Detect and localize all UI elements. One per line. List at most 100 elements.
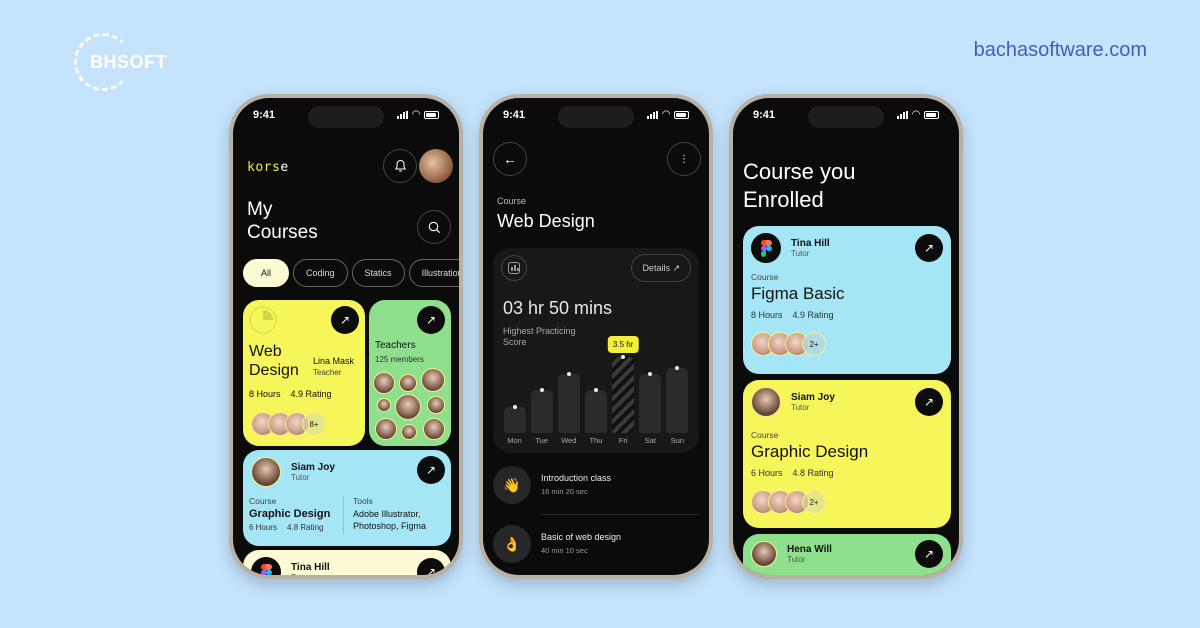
course-label: Course	[751, 430, 779, 440]
status-bar: 9:41 ◠	[483, 98, 709, 132]
day-labels: Mon Tue Wed Thu Fri Sat Sun	[501, 436, 691, 448]
day-label-mon: Mon	[507, 436, 522, 445]
details-button[interactable]: Details ↗	[631, 254, 691, 282]
bar-wed[interactable]	[557, 372, 580, 433]
more-students-badge: 2+	[802, 490, 826, 514]
teacher-avatar	[399, 374, 417, 392]
enrolled-course-card[interactable]: Tina Hill Tutor ↗ Course Figma Basic 8 H…	[743, 226, 951, 374]
teacher-avatar	[395, 394, 421, 420]
bar-sat[interactable]	[639, 372, 662, 433]
course-meta: 6 Hours 4.8 Rating	[249, 523, 324, 532]
page-title: Course you Enrolled	[743, 159, 856, 212]
user-avatar[interactable]	[419, 149, 453, 183]
tutor-role: Tutor	[291, 573, 330, 575]
more-students-badge: 8+	[302, 412, 326, 436]
chart-button[interactable]	[501, 255, 527, 281]
tutor-role: Tutor	[791, 403, 810, 412]
course-label: Course	[249, 496, 277, 506]
lesson-duration: 40 min 10 sec	[541, 546, 588, 555]
screen: 9:41 ◠ Course you Enrolled Tina Hill Tut…	[733, 98, 959, 575]
teacher-avatar	[421, 368, 445, 392]
filter-chip-all[interactable]: All	[243, 259, 290, 287]
day-label-fri: Fri	[618, 436, 628, 445]
phone-course-detail: 9:41 ◠ ← ⋮ Course Web Design Details ↗ 0…	[479, 94, 713, 579]
battery-icon	[924, 111, 939, 119]
lesson-item[interactable]: 👌 Basic of web design 40 min 10 sec	[493, 523, 699, 569]
lesson-item[interactable]: 👋 Introduction class 16 min 20 sec	[493, 464, 699, 510]
bar-mon[interactable]	[503, 405, 526, 433]
tutor-role: Tutor	[787, 555, 806, 564]
more-options-button[interactable]: ⋮	[667, 142, 701, 176]
tina-hill-card[interactable]: Tina Hill Tutor ↗	[243, 550, 451, 575]
bar-dot	[512, 405, 517, 409]
tutor-avatar	[751, 387, 781, 417]
arrow-up-right-icon: ↗	[425, 565, 437, 575]
enrolled-course-card[interactable]: Siam Joy Tutor ↗ Course Graphic Design 6…	[743, 380, 951, 528]
search-button[interactable]	[417, 210, 451, 244]
open-course-button[interactable]: ↗	[331, 306, 359, 334]
battery-icon	[674, 111, 689, 119]
tutor-role: Tutor	[291, 473, 310, 482]
tutor-name: Hena Will	[787, 544, 832, 555]
graphic-design-card[interactable]: Siam Joy Tutor ↗ Course Graphic Design 6…	[243, 450, 451, 546]
figma-icon	[760, 240, 772, 257]
arrow-up-right-icon: ↗	[425, 463, 437, 477]
tools-value: Adobe Illustrator, Photoshop, Figma	[353, 509, 427, 531]
tutor-role: Tutor	[791, 249, 810, 258]
back-button[interactable]: ←	[493, 142, 527, 176]
day-label-sun: Sun	[670, 436, 685, 445]
day-label-thu: Thu	[589, 436, 603, 445]
bar-dot	[675, 366, 680, 370]
bar-tue[interactable]	[530, 388, 553, 433]
arrow-up-right-icon: ↗	[425, 313, 437, 327]
open-teachers-button[interactable]: ↗	[417, 306, 445, 334]
brand-text: BHSOFT	[90, 51, 167, 72]
stats-card: Details ↗ 03 hr 50 mins Highest Practici…	[493, 248, 699, 453]
arrow-up-right-icon: ↗	[923, 547, 935, 561]
tutor-name: Siam Joy	[791, 392, 835, 403]
phone-enrolled-courses: 9:41 ◠ Course you Enrolled Tina Hill Tut…	[729, 94, 963, 579]
course-title: Web Design	[249, 343, 299, 379]
open-course-button[interactable]: ↗	[915, 388, 943, 416]
teacher-avatar	[401, 424, 417, 440]
bar-dot	[648, 372, 653, 376]
student-avatars: 8+	[251, 412, 326, 436]
teachers-members: 125 members	[375, 355, 424, 364]
arrow-up-right-icon: ↗	[923, 241, 935, 255]
status-time: 9:41	[503, 109, 526, 121]
course-name: Graphic Design	[249, 508, 331, 520]
wifi-icon: ◠	[412, 109, 420, 120]
wave-hand-icon: 👋	[493, 466, 531, 504]
site-url[interactable]: bachasoftware.com	[974, 39, 1147, 62]
enrolled-course-card[interactable]: Hena Will Tutor ↗	[743, 534, 951, 575]
course-name: Figma Basic	[751, 284, 845, 303]
bell-icon	[394, 159, 406, 172]
filter-chips: All Coding Statics Illustration	[243, 259, 459, 287]
bar-fri[interactable]	[612, 355, 635, 433]
bar-chart: 3.5 hr	[501, 333, 691, 433]
web-design-card[interactable]: ↗ Web Design Lina Mask Teacher 8 Hours 4…	[243, 300, 365, 446]
filter-chip-statics[interactable]: Statics	[351, 259, 405, 287]
open-course-button[interactable]: ↗	[915, 540, 943, 568]
tutor-row: Tina Hill Tutor	[251, 557, 330, 575]
open-course-button[interactable]: ↗	[915, 234, 943, 262]
filter-chip-coding[interactable]: Coding	[293, 259, 348, 287]
status-time: 9:41	[753, 109, 776, 121]
signal-icon	[897, 111, 909, 119]
notification-button[interactable]	[383, 149, 417, 183]
open-course-button[interactable]: ↗	[417, 456, 445, 484]
teachers-card[interactable]: ↗ Teachers 125 members	[369, 300, 451, 446]
tutor-name: Tina Hill	[791, 238, 830, 249]
bar-sun[interactable]	[666, 366, 689, 433]
teacher-avatar	[427, 396, 445, 414]
lesson-name: Introduction class	[541, 473, 612, 483]
filter-chip-illustration[interactable]: Illustration	[408, 259, 459, 287]
bar-dot	[594, 388, 598, 392]
arrow-up-right-icon: ↗	[339, 313, 351, 327]
open-course-button[interactable]: ↗	[417, 558, 445, 575]
tutor-avatar	[251, 457, 281, 487]
figma-avatar	[251, 557, 281, 575]
student-avatars: 2+	[751, 490, 826, 514]
bar-thu[interactable]	[585, 388, 607, 433]
teacher-avatar	[373, 372, 395, 394]
